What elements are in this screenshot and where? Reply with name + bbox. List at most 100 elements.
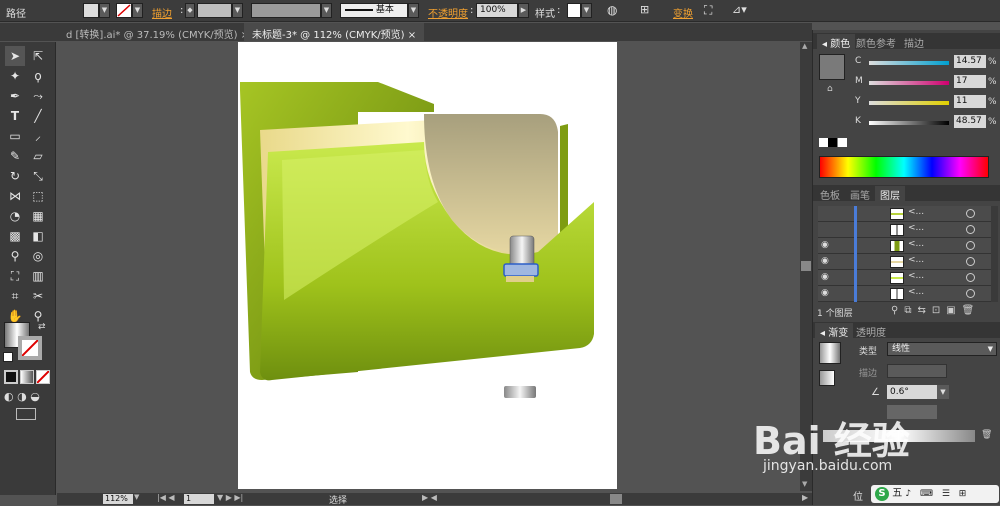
tab-color-guide[interactable]: 颜色参考 xyxy=(851,34,901,50)
stroke-color-box[interactable] xyxy=(18,336,42,360)
stroke-gradient-options[interactable] xyxy=(887,364,947,378)
layer-actions-icon[interactable]: ⚲⧉⇆⊡▣🗑 xyxy=(891,305,980,316)
scale-tool-icon[interactable]: ⤡ xyxy=(28,166,48,186)
mesh-tool-icon[interactable]: ▩ xyxy=(5,226,25,246)
slice-tool-icon[interactable]: ✂ xyxy=(28,286,48,306)
close-icon[interactable]: × xyxy=(408,30,416,41)
tab-doc-1[interactable]: d [转换].ai* @ 37.19% (CMYK/预览) × xyxy=(58,23,257,41)
zoom-input[interactable]: 112% xyxy=(103,494,133,504)
gradient-stroke-preview[interactable] xyxy=(819,370,835,386)
paintbrush-icon[interactable]: ⸝ xyxy=(28,126,48,146)
selection-tool-icon[interactable]: ➤ xyxy=(5,46,25,66)
target-icon[interactable] xyxy=(966,241,975,250)
layers-scrollbar[interactable] xyxy=(991,206,998,302)
magenta-value[interactable]: 17 xyxy=(954,75,986,88)
layer-row[interactable]: <... xyxy=(818,222,993,238)
layer-row[interactable]: ◉ <... xyxy=(818,270,993,286)
none-mode-icon[interactable] xyxy=(36,370,50,384)
style-swatch[interactable] xyxy=(567,3,581,18)
swap-fill-stroke-icon[interactable]: ⇄ xyxy=(38,322,46,332)
eye-icon[interactable]: ◉ xyxy=(821,256,829,266)
layer-row[interactable]: ◉ <... xyxy=(818,286,993,302)
zipper-slider-selected[interactable] xyxy=(503,263,539,277)
fill-swatch[interactable] xyxy=(83,3,99,18)
next-page-icon[interactable]: ▼ ▶ ▶| xyxy=(217,493,243,502)
eyedropper-icon[interactable]: ⚲ xyxy=(5,246,25,266)
opacity-dropdown[interactable]: ▶ xyxy=(518,3,529,18)
transform-link[interactable]: 变换 xyxy=(673,5,693,20)
line-tool-icon[interactable]: ╱ xyxy=(28,106,48,126)
eraser-icon[interactable]: ▱ xyxy=(28,146,48,166)
out-of-gamut-icon[interactable]: ⌂ xyxy=(827,84,833,94)
stroke-weight-input[interactable] xyxy=(197,3,232,18)
lasso-icon[interactable]: ϙ xyxy=(28,66,48,86)
eye-icon[interactable]: ◉ xyxy=(821,240,829,250)
shape-builder-icon[interactable]: ◔ xyxy=(5,206,25,226)
cyan-slider[interactable] xyxy=(869,61,949,65)
tab-layers[interactable]: 图层 xyxy=(875,186,905,202)
tab-transparency[interactable]: 透明度 xyxy=(851,323,891,339)
color-spectrum[interactable] xyxy=(819,156,989,178)
target-icon[interactable] xyxy=(966,209,975,218)
screen-mode-icon[interactable] xyxy=(16,408,36,420)
cyan-value[interactable]: 14.57 xyxy=(954,55,986,68)
delete-stop-icon[interactable]: 🗑 xyxy=(981,430,992,440)
tab-brushes[interactable]: 画笔 xyxy=(845,186,875,202)
gradient-preview[interactable] xyxy=(819,342,841,364)
target-icon[interactable] xyxy=(966,289,975,298)
align-icon[interactable]: ⊞ xyxy=(640,3,649,16)
width-tool-icon[interactable]: ⋈ xyxy=(5,186,25,206)
magenta-slider[interactable] xyxy=(869,81,949,85)
draw-mode-icon[interactable]: ◐ ◑ ◒ xyxy=(4,390,40,403)
rotate-tool-icon[interactable]: ↻ xyxy=(5,166,25,186)
tab-gradient[interactable]: ◂ 渐变 xyxy=(815,323,854,339)
stroke-weight-stepper[interactable]: ◆ xyxy=(185,3,195,18)
brush-definition[interactable]: 基本 xyxy=(340,3,408,18)
black-value[interactable]: 48.57 xyxy=(954,115,986,128)
curvature-tool-icon[interactable]: ⤳ xyxy=(28,86,48,106)
tab-swatches[interactable]: 色板 xyxy=(815,186,845,202)
arrange-icon[interactable]: ⊿▾ xyxy=(732,3,747,16)
stroke-swatch[interactable] xyxy=(116,3,132,18)
ime-tools-icon[interactable]: ♪ ⌨ ☰ ⊞ xyxy=(905,489,969,499)
isolate-icon[interactable]: ⛶ xyxy=(704,3,712,18)
ime-toolbar[interactable]: S 五 ♪ ⌨ ☰ ⊞ xyxy=(871,485,999,503)
layer-row[interactable]: <... xyxy=(818,206,993,222)
target-icon[interactable] xyxy=(966,273,975,282)
eye-icon[interactable]: ◉ xyxy=(821,272,829,282)
opacity-label[interactable]: 不透明度 xyxy=(428,5,468,20)
layer-row[interactable]: ◉ <... xyxy=(818,254,993,270)
tab-doc-2[interactable]: 未标题-3* @ 112% (CMYK/预览) × xyxy=(244,23,425,41)
variable-width-profile[interactable] xyxy=(251,3,321,18)
gradient-tool-icon[interactable]: ◧ xyxy=(28,226,48,246)
default-colors-icon[interactable] xyxy=(3,352,13,362)
target-icon[interactable] xyxy=(966,225,975,234)
pencil-tool-icon[interactable]: ✎ xyxy=(5,146,25,166)
stroke-label[interactable]: 描边 xyxy=(152,5,172,20)
recolor-icon[interactable]: ◍ xyxy=(607,3,617,17)
gradient-mode-icon[interactable] xyxy=(20,370,34,384)
type-tool-icon[interactable]: T xyxy=(5,106,25,126)
perspective-grid-icon[interactable]: ▦ xyxy=(28,206,48,226)
profile-dropdown[interactable]: ▼ xyxy=(321,3,332,18)
stroke-dropdown[interactable]: ▼ xyxy=(132,3,143,18)
target-icon[interactable] xyxy=(966,257,975,266)
color-mode-icon[interactable] xyxy=(4,370,18,384)
symbol-sprayer-icon[interactable]: ⛶ xyxy=(5,266,25,286)
graph-tool-icon[interactable]: ▥ xyxy=(28,266,48,286)
scroll-down-icon[interactable]: ▼ xyxy=(802,480,807,488)
artboard[interactable] xyxy=(238,42,617,489)
page-input[interactable]: 1 xyxy=(184,494,214,504)
stroke-weight-dropdown[interactable]: ▼ xyxy=(232,3,243,18)
hscroll-right-icon[interactable]: ▶ xyxy=(802,493,808,502)
artboard-tool-icon[interactable]: ⌗ xyxy=(5,286,25,306)
angle-input[interactable]: 0.6° xyxy=(887,385,937,399)
tab-color[interactable]: ◂ 颜色 xyxy=(817,34,856,50)
style-dropdown[interactable]: ▼ xyxy=(581,3,592,18)
gradient-type-select[interactable]: 线性 ▼ xyxy=(887,342,997,356)
first-page-icon[interactable]: |◀ ◀ xyxy=(157,493,175,502)
black-slider[interactable] xyxy=(869,121,949,125)
yellow-value[interactable]: 11 xyxy=(954,95,986,108)
zoom-dropdown[interactable]: ▼ xyxy=(134,493,139,501)
color-fill-preview[interactable] xyxy=(819,54,845,80)
